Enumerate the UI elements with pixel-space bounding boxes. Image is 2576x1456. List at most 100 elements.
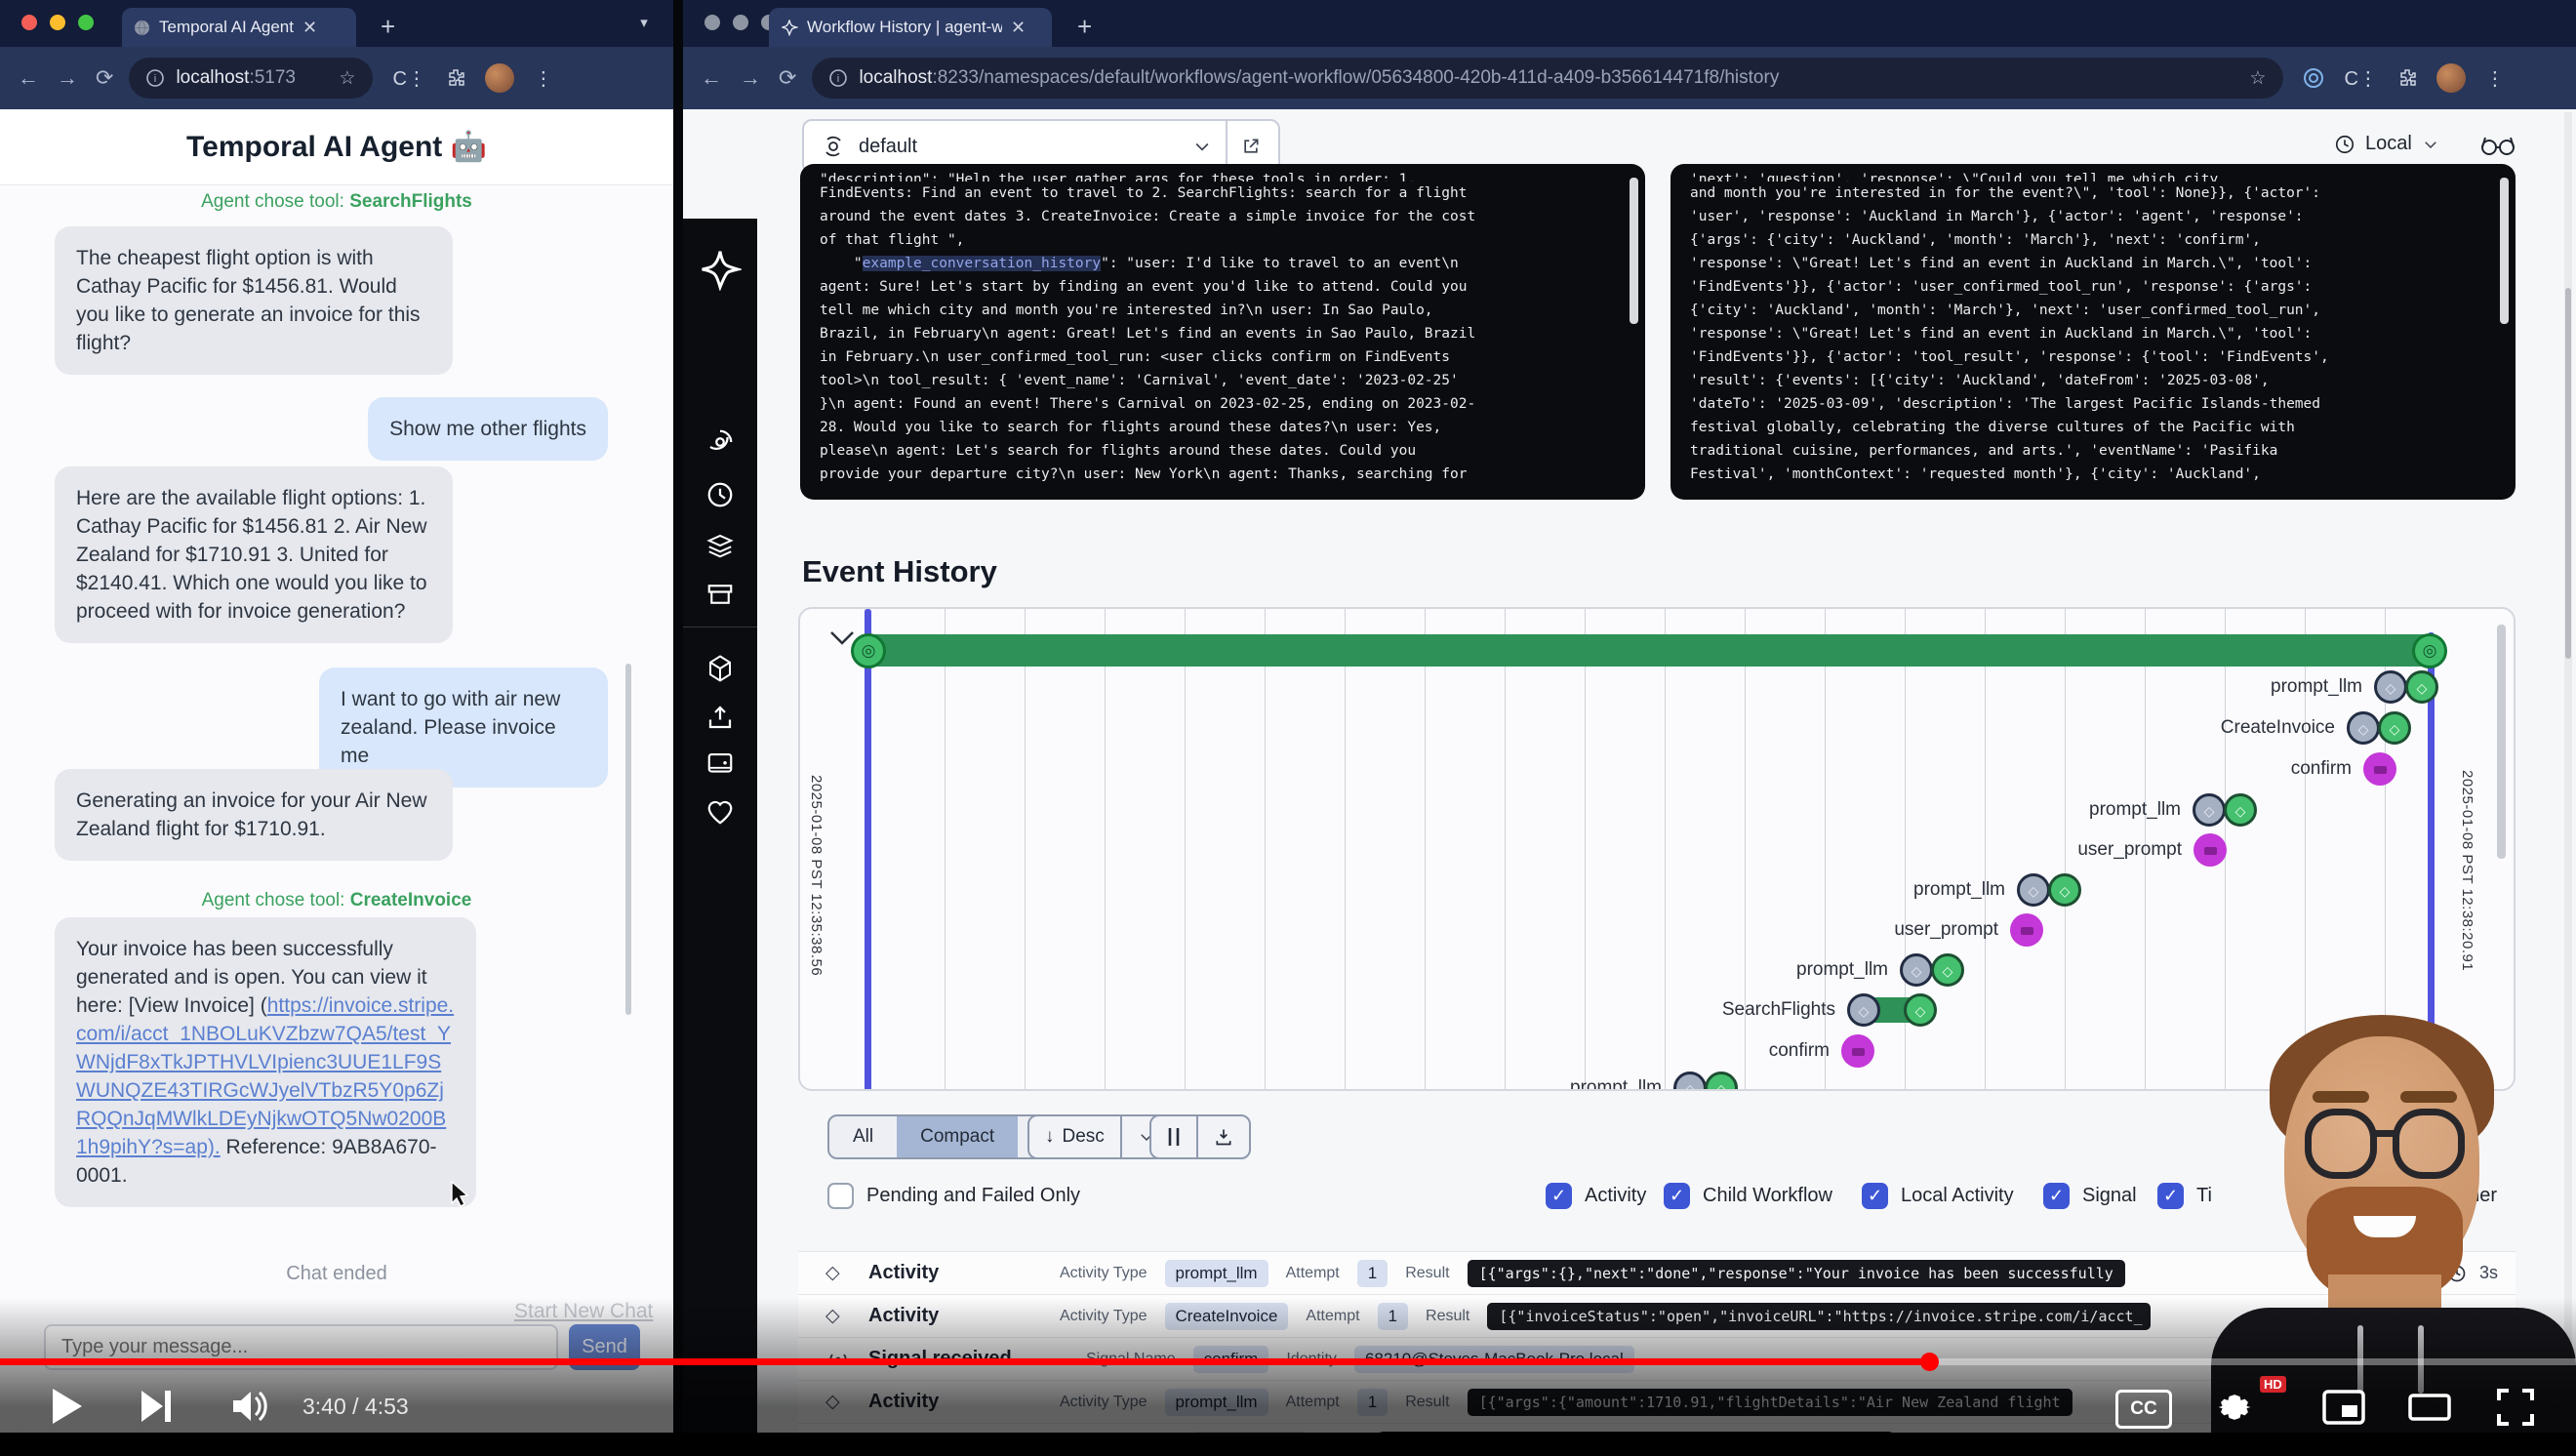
pending-failed-filter[interactable]: Pending and Failed Only [827,1183,1080,1209]
window-controls[interactable] [704,15,777,30]
zoom-window-button[interactable] [78,15,94,30]
filter-signal[interactable]: ✓Signal [2043,1183,2137,1209]
sidebar-heart-icon[interactable] [705,798,735,826]
view-all-button[interactable]: All [829,1116,897,1157]
input-payload-panel[interactable]: "description": "Help the user gather arg… [800,164,1645,500]
minimize-window-button[interactable] [50,15,65,30]
tab-temporal-ai-agent[interactable]: Temporal AI Agent ✕ [122,8,356,47]
filter-local-activity[interactable]: ✓Local Activity [1862,1183,2014,1209]
checkbox-checked[interactable]: ✓ [1546,1183,1572,1209]
sidebar-labs-cube-icon[interactable] [705,654,735,683]
activity-completed-marker[interactable]: ◇ [2378,711,2411,745]
browser-menu-icon[interactable]: ⋮ [534,66,553,91]
activity-completed-marker[interactable]: ◇ [2405,670,2438,704]
activity-completed-marker[interactable]: ◇ [2224,793,2257,827]
activity-completed-marker[interactable]: ◇ [2048,873,2081,907]
reload-icon[interactable]: ⟳ [96,65,113,91]
signal-marker[interactable] [2194,833,2227,867]
pause-button[interactable] [1151,1116,1196,1157]
close-window-button[interactable] [704,15,720,30]
browser-menu-icon[interactable]: ⋮ [2485,66,2505,91]
sidebar-import-icon[interactable] [705,703,735,732]
panel-scrollbar[interactable] [1630,178,1638,324]
play-icon[interactable] [51,1388,84,1425]
tab-workflow-history[interactable]: Workflow History | agent-wor ✕ [769,8,1052,47]
profile-avatar[interactable] [2436,63,2466,93]
sidebar-schedules-icon[interactable] [705,480,735,509]
timeline-scrollbar[interactable] [2497,625,2506,859]
site-info-icon[interactable]: i [146,69,164,87]
back-icon[interactable]: ← [18,65,39,91]
address-bar[interactable]: i localhost:8233/namespaces/default/work… [812,58,2283,99]
video-playhead[interactable] [1920,1353,1939,1371]
fullscreen-icon[interactable] [2496,1388,2535,1427]
panel-scrollbar[interactable] [2500,178,2509,324]
extensions-puzzle-icon[interactable] [2397,68,2417,88]
external-link-icon[interactable] [1241,137,1261,156]
tab-close-icon[interactable]: ✕ [1011,18,1026,38]
tab-close-icon[interactable]: ✕ [302,18,317,38]
back-icon[interactable]: ← [701,65,722,91]
activity-scheduled-marker[interactable]: ◇ [2017,873,2050,907]
chevron-down-icon[interactable] [1192,137,1212,156]
reload-icon[interactable]: ⟳ [779,65,796,91]
signal-marker[interactable] [2363,752,2396,786]
activity-scheduled-marker[interactable]: ◇ [1847,993,1880,1027]
next-video-icon[interactable] [141,1390,172,1423]
expander-diamond-icon[interactable]: ◇ [825,1262,851,1284]
temporal-logo-icon[interactable] [699,248,742,291]
labs-glasses-icon[interactable] [2480,133,2516,158]
checkbox-checked[interactable]: ✓ [1862,1183,1888,1209]
window-controls[interactable] [21,15,94,30]
address-bar[interactable]: i localhost:5173 ☆ [129,58,373,99]
forward-icon[interactable]: → [740,65,761,91]
filter-timer[interactable]: ✓Ti [2157,1183,2212,1209]
minimize-window-button[interactable] [733,15,748,30]
view-compact-button[interactable]: Compact [897,1116,1018,1157]
miniplayer-icon[interactable] [2322,1390,2365,1425]
theater-mode-icon[interactable] [2408,1394,2451,1421]
bookmark-star-icon[interactable]: ☆ [339,67,355,90]
checkbox-checked[interactable]: ✓ [1664,1183,1690,1209]
workflow-start-marker[interactable]: ◎ [851,633,886,668]
workflow-execution-bar[interactable] [868,634,2430,667]
settings-gear-icon[interactable] [2213,1386,2256,1429]
sidebar-layers-icon[interactable] [705,531,735,560]
activity-scheduled-marker[interactable]: ◇ [1900,953,1933,987]
volume-icon[interactable] [232,1390,269,1423]
timezone-selector[interactable]: Local [2334,133,2439,155]
sidebar-archive-icon[interactable] [705,580,735,609]
checkbox-checked[interactable]: ✓ [2157,1183,2184,1209]
download-button[interactable] [1198,1116,1249,1157]
workflow-end-marker[interactable]: ◎ [2412,633,2447,668]
video-progress-track[interactable] [0,1358,2576,1365]
filter-child-workflow[interactable]: ✓Child Workflow [1664,1183,1832,1209]
timeline-collapse-chevron-icon[interactable] [829,630,855,646]
extensions-puzzle-icon[interactable] [446,68,465,88]
checkbox-unchecked[interactable] [827,1183,854,1209]
result-payload-panel[interactable]: 'next': 'question', 'response': \"Could … [1670,164,2516,500]
claude-extension-icon[interactable]: C⋮ [392,66,425,91]
bookmark-star-icon[interactable]: ☆ [2249,67,2266,90]
password-manager-icon[interactable] [2303,67,2324,89]
tab-list-chevron-icon[interactable]: ▾ [629,10,659,37]
captions-button[interactable]: CC [2115,1390,2172,1429]
activity-scheduled-marker[interactable]: ◇ [2193,793,2226,827]
filter-activity[interactable]: ✓Activity [1546,1183,1646,1209]
sort-desc-button[interactable]: ↓Desc [1029,1116,1120,1157]
new-tab-button[interactable]: + [1077,12,1092,42]
invoice-link[interactable]: https://invoice.stripe.com/i/acct_1NBOLu… [76,994,454,1158]
forward-icon[interactable]: → [57,65,78,91]
activity-scheduled-marker[interactable]: ◇ [2374,670,2407,704]
signal-marker[interactable] [1841,1034,1874,1068]
sidebar-feedback-icon[interactable] [705,749,735,779]
activity-scheduled-marker[interactable]: ◇ [2347,711,2380,745]
sidebar-workflows-icon[interactable] [705,427,735,457]
site-info-icon[interactable]: i [829,69,847,87]
close-window-button[interactable] [21,15,37,30]
activity-completed-marker[interactable]: ◇ [1904,993,1937,1027]
signal-marker[interactable] [2010,913,2043,947]
checkbox-checked[interactable]: ✓ [2043,1183,2070,1209]
chat-scrollbar[interactable] [625,664,631,1015]
activity-completed-marker[interactable]: ◇ [1931,953,1964,987]
